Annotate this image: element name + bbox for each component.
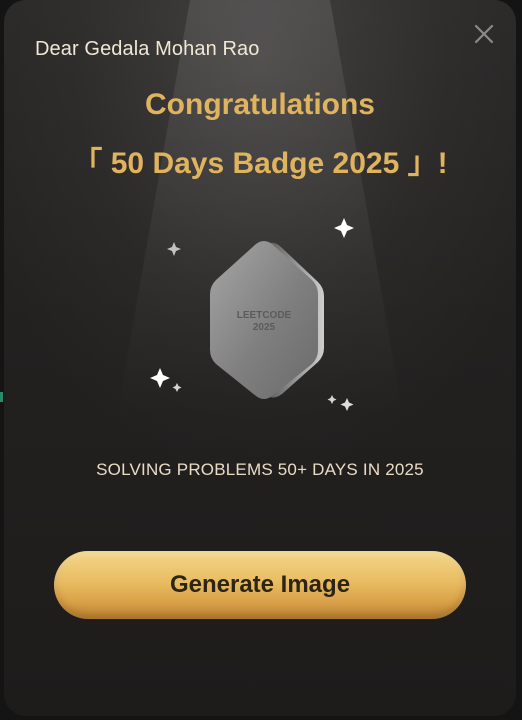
generate-image-button[interactable]: Generate Image: [54, 551, 466, 619]
badge-congratulations-modal: Dear Gedala Mohan Rao Congratulations 「 …: [4, 0, 516, 716]
close-icon: [474, 24, 494, 44]
background-edge-indicator: [0, 392, 3, 402]
badge-name-title: 「 50 Days Badge 2025 」!: [72, 147, 448, 180]
achievement-description: SOLVING PROBLEMS 50+ DAYS IN 2025: [96, 460, 424, 479]
close-button[interactable]: [470, 20, 498, 48]
badge-label-top: LEETCODE: [237, 310, 292, 321]
generate-image-label: Generate Image: [169, 571, 351, 598]
badge-label-bottom: 2025: [253, 322, 276, 333]
congratulations-title: Congratulations: [145, 88, 375, 121]
badge-illustration: LEETCODE 2025: [134, 210, 374, 420]
greeting-text: Dear Gedala Mohan Rao: [35, 38, 260, 60]
